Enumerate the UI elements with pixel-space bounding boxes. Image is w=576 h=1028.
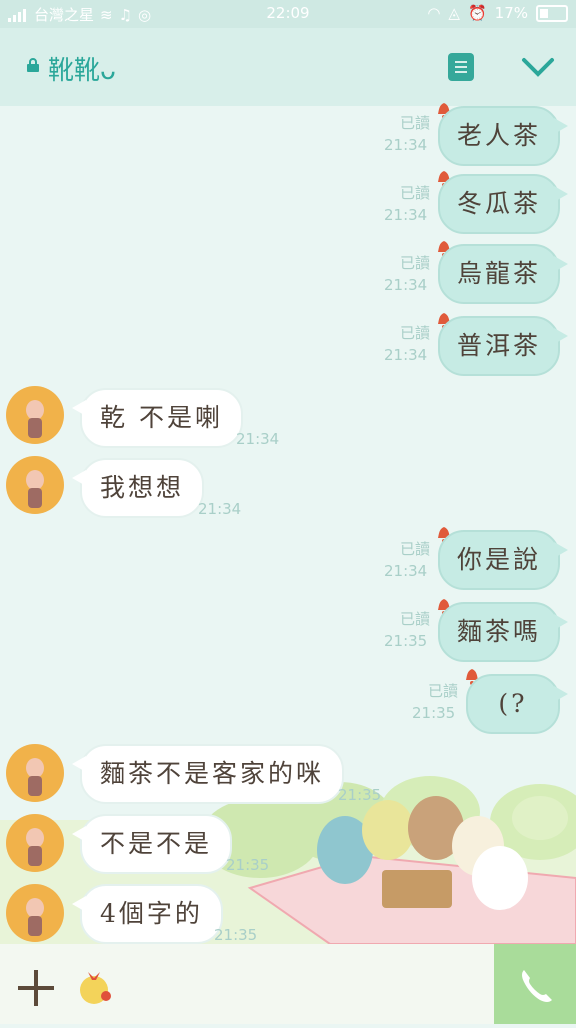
battery-percent: 17% (494, 4, 528, 22)
message-bubble[interactable]: 麵茶嗎 (438, 602, 568, 662)
chat-header: 靴靴ᴗ (0, 28, 576, 106)
avatar[interactable] (6, 744, 64, 802)
chat-area[interactable]: 已讀 21:34 老人茶 已讀 21:34 冬瓜茶 已讀 21:34 烏龍茶 已… (0, 103, 576, 944)
message-time: 21:34 (384, 346, 428, 364)
message-bubble[interactable]: 冬瓜茶 (438, 174, 568, 234)
mute-icon: ◬ (448, 4, 460, 22)
avatar-image (26, 828, 44, 866)
read-receipt: 已讀 (399, 324, 430, 342)
message-time: 21:35 (338, 786, 382, 804)
alarm-icon: ⏰ (467, 4, 487, 22)
avatar[interactable] (6, 456, 64, 514)
message-bubble[interactable]: 烏龍茶 (438, 244, 568, 304)
avatar-image (26, 400, 44, 438)
message-bubble[interactable]: 4個字的 (72, 884, 223, 944)
message-bubble[interactable]: 普洱茶 (438, 316, 568, 376)
lock-icon (27, 58, 39, 72)
call-button[interactable] (494, 944, 576, 1024)
read-receipt: 已讀 (399, 610, 430, 628)
message-time: 21:35 (214, 926, 258, 944)
message-time: 21:34 (384, 276, 428, 294)
message-time: 21:34 (384, 562, 428, 580)
read-receipt: 已讀 (399, 184, 430, 202)
message-bubble[interactable]: 不是不是 (71, 814, 233, 874)
message-bubble[interactable]: 麵茶不是客家的咪 (71, 744, 345, 804)
message-bubble[interactable]: 我想想 (71, 458, 205, 518)
message-time: 21:35 (384, 632, 428, 650)
battery-icon (536, 4, 568, 22)
phone-icon (522, 970, 552, 1002)
avatar-image (26, 470, 44, 508)
message-time: 21:34 (198, 500, 242, 518)
read-receipt: 已讀 (399, 254, 430, 272)
sticker-icon[interactable] (74, 960, 116, 1008)
message-time: 21:34 (236, 430, 280, 448)
message-time: 21:35 (412, 704, 456, 722)
message-time: 21:34 (384, 206, 428, 224)
avatar[interactable] (6, 386, 64, 444)
read-receipt: 已讀 (427, 682, 458, 700)
plus-icon[interactable] (18, 970, 54, 1006)
message-bubble[interactable]: 你是說 (438, 530, 568, 590)
chevron-down-icon[interactable] (518, 52, 558, 82)
message-bubble[interactable]: (? (466, 674, 568, 734)
input-bar (0, 944, 576, 1024)
message-time: 21:34 (384, 136, 428, 154)
chat-title[interactable]: 靴靴ᴗ (48, 50, 116, 87)
read-receipt: 已讀 (399, 114, 430, 132)
message-time: 21:35 (226, 856, 270, 874)
message-bubble[interactable]: 乾 不是喇 (72, 388, 243, 448)
avatar-image (26, 898, 44, 936)
message-bubble[interactable]: 老人茶 (438, 106, 568, 166)
note-icon[interactable] (448, 53, 474, 81)
avatar[interactable] (6, 814, 64, 872)
status-bar: 台灣之星 ≋ ♫ ◎ 22:09 ◠ ◬ ⏰ 17% (0, 0, 576, 28)
avatar[interactable] (6, 884, 64, 942)
avatar-image (26, 758, 44, 796)
read-receipt: 已讀 (399, 540, 430, 558)
headphone-icon: ◠ (427, 4, 441, 22)
